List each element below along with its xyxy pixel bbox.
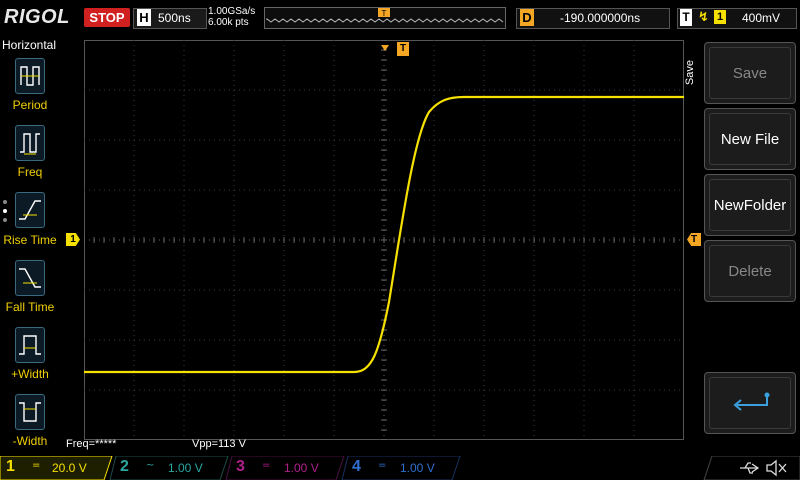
negative-width-label[interactable]: -Width	[0, 434, 60, 448]
waveform-display[interactable]	[83, 39, 685, 441]
memory-waveform-preview: T	[266, 8, 504, 23]
delete-button-label: Delete	[728, 262, 772, 280]
period-icon[interactable]	[15, 58, 45, 94]
channel-2-number[interactable]: 2	[120, 458, 129, 476]
negative-width-icon[interactable]	[15, 394, 45, 430]
page-indicator-dots	[2, 198, 10, 228]
trigger-letter: T	[680, 9, 692, 26]
acquisition-info: 1.00GSa/s 6.00k pts	[208, 6, 255, 28]
channel-1-number[interactable]: 1	[6, 458, 15, 476]
memory-depth: 6.00k pts	[208, 17, 249, 28]
trigger-marker-letter: T	[382, 9, 387, 18]
channel-3-number[interactable]: 3	[236, 458, 245, 476]
trigger-offset-marker[interactable]	[381, 36, 389, 55]
ac-coupling-icon: ~	[146, 460, 155, 471]
delay-value: -190.000000ns	[560, 11, 641, 25]
trigger-time-marker[interactable]: T	[397, 42, 409, 56]
save-button-label: Save	[732, 64, 768, 82]
menu-tab-label: Save	[684, 60, 696, 86]
new-folder-button[interactable]: NewFolder	[704, 174, 796, 236]
new-file-button-label: New File	[720, 130, 780, 148]
fall-time-label[interactable]: Fall Time	[0, 300, 60, 314]
timebase-letter: H	[137, 9, 151, 26]
positive-width-icon[interactable]	[15, 327, 45, 363]
dc-coupling-icon: =	[378, 460, 387, 471]
freq-icon[interactable]	[15, 125, 45, 161]
trigger-level: 400mV	[742, 11, 781, 25]
channel-3-scale[interactable]: 1.00 V	[284, 461, 319, 475]
save-button[interactable]: Save	[704, 42, 796, 104]
period-label[interactable]: Period	[0, 98, 60, 112]
new-folder-button-label: NewFolder	[713, 196, 787, 214]
sample-rate: 1.00GSa/s	[208, 6, 256, 17]
freq-readout: Freq=*****	[66, 438, 117, 450]
usb-icon	[740, 462, 760, 474]
new-file-button[interactable]: New File	[704, 108, 796, 170]
timebase-value: 500ns	[158, 11, 191, 25]
measure-menu-title: Horizontal	[2, 38, 57, 52]
freq-label[interactable]: Freq	[0, 165, 60, 179]
channel-4-scale[interactable]: 1.00 V	[400, 461, 435, 475]
trigger-channel: 1	[714, 10, 726, 24]
trigger-level-marker[interactable]: T	[687, 233, 701, 246]
rise-time-label[interactable]: Rise Time	[0, 233, 60, 247]
grid-ticks	[83, 39, 685, 441]
run-stop-status[interactable]: STOP	[84, 8, 130, 27]
channel-4-number[interactable]: 4	[352, 458, 361, 476]
vpp-readout: Vpp=113 V	[192, 438, 246, 450]
delete-button[interactable]: Delete	[704, 240, 796, 302]
rise-time-icon[interactable]	[15, 192, 45, 228]
fall-time-icon[interactable]	[15, 260, 45, 296]
enter-return-icon	[733, 392, 770, 411]
dc-coupling-icon: =	[262, 460, 271, 471]
memory-overview-strip: T	[264, 7, 506, 29]
speaker-muted-icon[interactable]	[764, 459, 788, 477]
dc-coupling-icon: =	[32, 460, 41, 471]
enter-button[interactable]	[704, 372, 796, 434]
channel-2-scale[interactable]: 1.00 V	[168, 461, 203, 475]
brand-logo: RIGOL	[4, 6, 70, 28]
channel-1-scale[interactable]: 20.0 V	[52, 461, 87, 475]
delay-letter: D	[520, 9, 534, 26]
channel-1-offset-marker[interactable]: 1	[66, 233, 80, 246]
positive-width-label[interactable]: +Width	[0, 367, 60, 381]
rising-edge-icon: ↯	[698, 10, 709, 25]
graticule	[83, 39, 685, 441]
